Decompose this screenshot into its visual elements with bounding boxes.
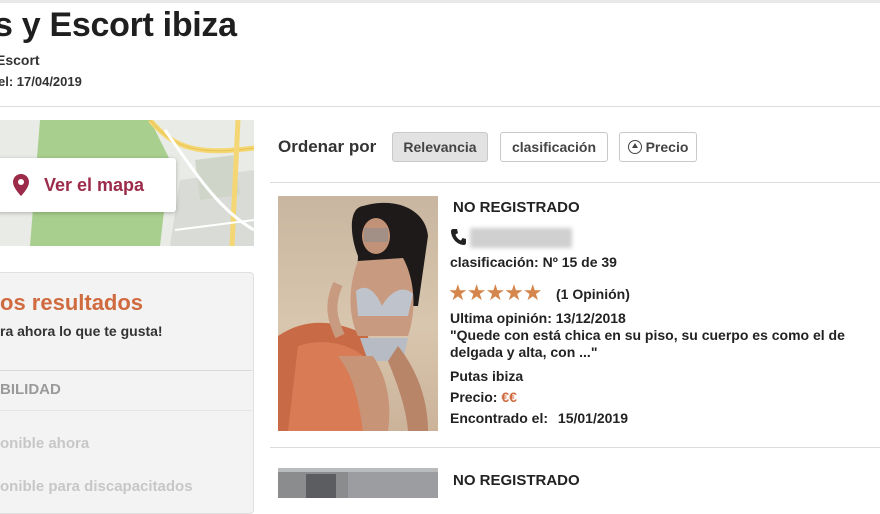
sort-relevance-label: Relevancia — [403, 139, 477, 155]
price-label: Precio: — [450, 389, 498, 405]
listing-found-date: Encontrado el: 15/01/2019 — [450, 410, 628, 426]
listing-status: NO REGISTRADO — [453, 472, 580, 489]
rating-count-link[interactable]: (1 Opinión) — [556, 286, 630, 302]
sort-price-button[interactable]: Precio — [619, 132, 697, 162]
found-label: Encontrado el: — [450, 410, 549, 426]
map-pin-icon — [10, 172, 32, 198]
price-value: €€ — [501, 389, 517, 405]
rating-stars: ★★★★★ — [448, 280, 543, 305]
listing-photo[interactable] — [278, 468, 438, 498]
listing-divider — [270, 447, 880, 448]
phone-number-redacted[interactable] — [470, 228, 572, 248]
sort-order-icon — [627, 140, 642, 154]
sort-rating-label: clasificación — [511, 139, 597, 155]
listing-status: NO REGISTRADO — [453, 199, 580, 216]
filter-option-available-now[interactable]: onible ahora — [0, 435, 89, 452]
page-title: s y Escort ibiza — [0, 6, 237, 44]
listing-category[interactable]: Putas ibiza — [450, 368, 523, 384]
last-review-date: Ultima opinión: 13/12/2018 — [450, 310, 626, 326]
view-map-button[interactable]: Ver el mapa — [0, 158, 176, 212]
review-quote-line-1: "Quede con está chica en su piso, su cue… — [450, 327, 845, 343]
filter-divider — [0, 370, 252, 371]
listing-rank: clasificación: Nº 15 de 39 — [450, 254, 617, 270]
phone-icon — [450, 228, 466, 246]
listing-photo[interactable] — [278, 196, 438, 431]
header-divider — [0, 106, 880, 107]
found-date: 15/01/2019 — [557, 410, 628, 426]
filter-option-accessible[interactable]: onible para discapacitados — [0, 478, 193, 495]
filter-title: os resultados — [0, 290, 144, 315]
sort-rating-button[interactable]: clasificación — [500, 132, 608, 162]
filter-subtitle: ra ahora lo que te gusta! — [0, 323, 163, 339]
listing-price: Precio: €€ — [450, 389, 517, 405]
updated-date: el: 17/04/2019 — [0, 74, 82, 89]
listing-photo-graphic — [278, 196, 438, 431]
review-quote-line-2: delgada y alta, con ..." — [450, 344, 598, 360]
top-border — [0, 0, 880, 3]
page-subtitle: Escort — [0, 52, 40, 68]
sort-divider — [270, 182, 880, 183]
sort-relevance-button[interactable]: Relevancia — [392, 132, 488, 162]
view-map-label: Ver el mapa — [44, 174, 145, 195]
filter-divider — [0, 410, 252, 411]
sort-price-label: Precio — [645, 139, 689, 155]
listing-photo-graphic — [278, 468, 438, 498]
sort-label: Ordenar por — [278, 137, 377, 156]
filter-section-availability: BILIDAD — [0, 381, 61, 398]
